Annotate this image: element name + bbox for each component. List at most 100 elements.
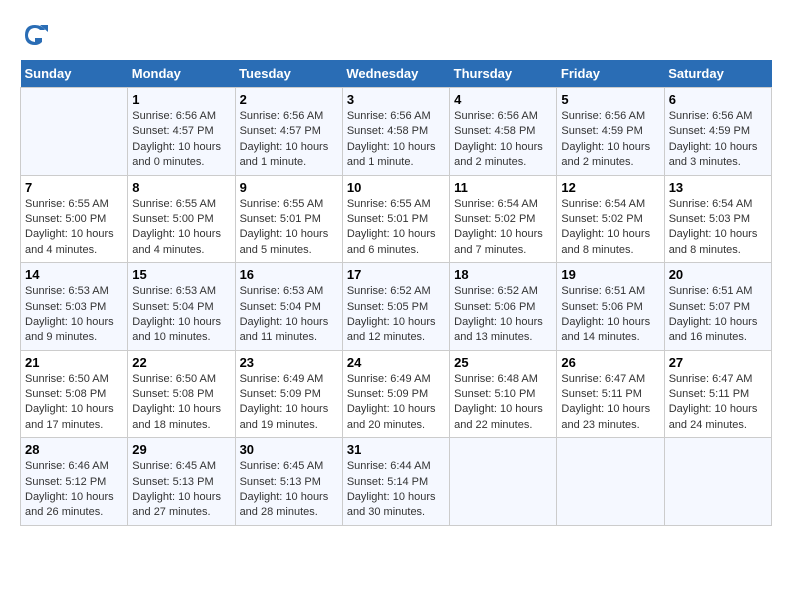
day-info: Sunrise: 6:55 AMSunset: 5:01 PMDaylight:… xyxy=(347,197,445,259)
day-number: 11 xyxy=(454,180,552,195)
calendar-cell: 21 Sunrise: 6:50 AMSunset: 5:08 PMDayligh… xyxy=(21,350,128,438)
calendar-week-row: 21 Sunrise: 6:50 AMSunset: 5:08 PMDayligh… xyxy=(21,350,772,438)
day-number: 16 xyxy=(240,267,338,282)
day-info: Sunrise: 6:48 AMSunset: 5:10 PMDaylight:… xyxy=(454,372,552,434)
calendar-cell: 4Sunrise: 6:56 AMSunset: 4:58 PMDaylight… xyxy=(450,88,557,176)
calendar-cell: 20Sunrise: 6:51 AMSunset: 5:07 PMDayligh… xyxy=(664,263,771,351)
day-info: Sunrise: 6:53 AMSunset: 5:04 PMDaylight:… xyxy=(132,284,230,346)
calendar-cell: 7Sunrise: 6:55 AMSunset: 5:00 PMDaylight… xyxy=(21,175,128,263)
day-number: 9 xyxy=(240,180,338,195)
day-number: 3 xyxy=(347,92,445,107)
day-number: 28 xyxy=(25,442,123,457)
day-number: 12 xyxy=(561,180,659,195)
day-of-week-header: Saturday xyxy=(664,60,771,88)
calendar-week-row: 1 Sunrise: 6:56 AMSunset: 4:57 PMDaylight… xyxy=(21,88,772,176)
day-info: Sunrise: 6:56 AMSunset: 4:58 PMDaylight:… xyxy=(347,109,445,171)
day-number: 2 xyxy=(240,92,338,107)
day-info: Sunrise: 6:52 AMSunset: 5:06 PMDaylight:… xyxy=(454,284,552,346)
calendar-header-row: SundayMondayTuesdayWednesdayThursdayFrid… xyxy=(21,60,772,88)
calendar-cell: 13 Sunrise: 6:54 AMSunset: 5:03 PMDayligh… xyxy=(664,175,771,263)
calendar-cell: 30 Sunrise: 6:45 AMSunset: 5:13 PMDayligh… xyxy=(235,438,342,526)
day-number: 25 xyxy=(454,355,552,370)
day-info: Sunrise: 6:54 AMSunset: 5:03 PMDaylight:… xyxy=(669,197,767,259)
day-of-week-header: Wednesday xyxy=(342,60,449,88)
day-info: Sunrise: 6:47 AMSunset: 5:11 PMDaylight:… xyxy=(561,372,659,434)
day-info: Sunrise: 6:46 AMSunset: 5:12 PMDaylight:… xyxy=(25,459,123,521)
day-info: Sunrise: 6:56 AMSunset: 4:59 PMDaylight:… xyxy=(669,109,767,171)
calendar-cell: 17 Sunrise: 6:52 AMSunset: 5:05 PMDayligh… xyxy=(342,263,449,351)
calendar-cell: 27 Sunrise: 6:47 AMSunset: 5:11 PMDayligh… xyxy=(664,350,771,438)
page-header xyxy=(20,20,772,50)
day-info: Sunrise: 6:45 AMSunset: 5:13 PMDaylight:… xyxy=(132,459,230,521)
calendar-cell xyxy=(664,438,771,526)
day-info: Sunrise: 6:56 AMSunset: 4:59 PMDaylight:… xyxy=(561,109,659,171)
day-info: Sunrise: 6:54 AMSunset: 5:02 PMDaylight:… xyxy=(454,197,552,259)
day-info: Sunrise: 6:53 AMSunset: 5:04 PMDaylight:… xyxy=(240,284,338,346)
day-number: 26 xyxy=(561,355,659,370)
day-of-week-header: Monday xyxy=(128,60,235,88)
calendar-cell: 25 Sunrise: 6:48 AMSunset: 5:10 PMDayligh… xyxy=(450,350,557,438)
calendar-cell: 22 Sunrise: 6:50 AMSunset: 5:08 PMDayligh… xyxy=(128,350,235,438)
day-number: 27 xyxy=(669,355,767,370)
day-number: 21 xyxy=(25,355,123,370)
day-number: 4 xyxy=(454,92,552,107)
day-number: 23 xyxy=(240,355,338,370)
calendar-cell: 24 Sunrise: 6:49 AMSunset: 5:09 PMDayligh… xyxy=(342,350,449,438)
calendar-cell: 31 Sunrise: 6:44 AMSunset: 5:14 PMDayligh… xyxy=(342,438,449,526)
day-info: Sunrise: 6:55 AMSunset: 5:00 PMDaylight:… xyxy=(132,197,230,259)
day-number: 6 xyxy=(669,92,767,107)
calendar-cell: 19Sunrise: 6:51 AMSunset: 5:06 PMDayligh… xyxy=(557,263,664,351)
calendar-cell: 29 Sunrise: 6:45 AMSunset: 5:13 PMDayligh… xyxy=(128,438,235,526)
day-number: 17 xyxy=(347,267,445,282)
calendar-cell: 2 Sunrise: 6:56 AMSunset: 4:57 PMDaylight… xyxy=(235,88,342,176)
day-info: Sunrise: 6:44 AMSunset: 5:14 PMDaylight:… xyxy=(347,459,445,521)
day-info: Sunrise: 6:56 AMSunset: 4:57 PMDaylight:… xyxy=(132,109,230,171)
day-number: 13 xyxy=(669,180,767,195)
calendar-cell: 12 Sunrise: 6:54 AMSunset: 5:02 PMDayligh… xyxy=(557,175,664,263)
day-number: 10 xyxy=(347,180,445,195)
calendar-week-row: 7 Sunrise: 6:55 AMSunset: 5:00 PMDaylight… xyxy=(21,175,772,263)
calendar-week-row: 28 Sunrise: 6:46 AMSunset: 5:12 PMDayligh… xyxy=(21,438,772,526)
calendar-cell: 26 Sunrise: 6:47 AMSunset: 5:11 PMDayligh… xyxy=(557,350,664,438)
day-number: 5 xyxy=(561,92,659,107)
day-number: 7 xyxy=(25,180,123,195)
calendar-cell: 23 Sunrise: 6:49 AMSunset: 5:09 PMDayligh… xyxy=(235,350,342,438)
calendar-cell: 11 Sunrise: 6:54 AMSunset: 5:02 PMDayligh… xyxy=(450,175,557,263)
day-number: 24 xyxy=(347,355,445,370)
day-number: 14 xyxy=(25,267,123,282)
day-number: 18 xyxy=(454,267,552,282)
day-number: 1 xyxy=(132,92,230,107)
calendar-week-row: 14Sunrise: 6:53 AMSunset: 5:03 PMDayligh… xyxy=(21,263,772,351)
day-number: 22 xyxy=(132,355,230,370)
calendar-cell: 10 Sunrise: 6:55 AMSunset: 5:01 PMDayligh… xyxy=(342,175,449,263)
day-info: Sunrise: 6:50 AMSunset: 5:08 PMDaylight:… xyxy=(132,372,230,434)
calendar-cell: 6 Sunrise: 6:56 AMSunset: 4:59 PMDaylight… xyxy=(664,88,771,176)
day-info: Sunrise: 6:52 AMSunset: 5:05 PMDaylight:… xyxy=(347,284,445,346)
calendar-cell: 28 Sunrise: 6:46 AMSunset: 5:12 PMDayligh… xyxy=(21,438,128,526)
day-info: Sunrise: 6:47 AMSunset: 5:11 PMDaylight:… xyxy=(669,372,767,434)
day-info: Sunrise: 6:55 AMSunset: 5:01 PMDaylight:… xyxy=(240,197,338,259)
calendar-cell: 3 Sunrise: 6:56 AMSunset: 4:58 PMDaylight… xyxy=(342,88,449,176)
day-info: Sunrise: 6:50 AMSunset: 5:08 PMDaylight:… xyxy=(25,372,123,434)
calendar-cell: 15Sunrise: 6:53 AMSunset: 5:04 PMDayligh… xyxy=(128,263,235,351)
day-info: Sunrise: 6:56 AMSunset: 4:57 PMDaylight:… xyxy=(240,109,338,171)
day-info: Sunrise: 6:49 AMSunset: 5:09 PMDaylight:… xyxy=(347,372,445,434)
calendar-cell: 16 Sunrise: 6:53 AMSunset: 5:04 PMDayligh… xyxy=(235,263,342,351)
day-number: 30 xyxy=(240,442,338,457)
calendar-cell: 18 Sunrise: 6:52 AMSunset: 5:06 PMDayligh… xyxy=(450,263,557,351)
day-number: 29 xyxy=(132,442,230,457)
day-number: 31 xyxy=(347,442,445,457)
day-of-week-header: Thursday xyxy=(450,60,557,88)
calendar-cell: 8Sunrise: 6:55 AMSunset: 5:00 PMDaylight… xyxy=(128,175,235,263)
day-info: Sunrise: 6:49 AMSunset: 5:09 PMDaylight:… xyxy=(240,372,338,434)
calendar-cell: 5 Sunrise: 6:56 AMSunset: 4:59 PMDaylight… xyxy=(557,88,664,176)
day-of-week-header: Sunday xyxy=(21,60,128,88)
calendar-cell: 14Sunrise: 6:53 AMSunset: 5:03 PMDayligh… xyxy=(21,263,128,351)
logo-icon xyxy=(20,20,50,50)
calendar-table: SundayMondayTuesdayWednesdayThursdayFrid… xyxy=(20,60,772,526)
calendar-cell: 1 Sunrise: 6:56 AMSunset: 4:57 PMDaylight… xyxy=(128,88,235,176)
day-info: Sunrise: 6:54 AMSunset: 5:02 PMDaylight:… xyxy=(561,197,659,259)
logo xyxy=(20,20,54,50)
day-info: Sunrise: 6:45 AMSunset: 5:13 PMDaylight:… xyxy=(240,459,338,521)
calendar-cell xyxy=(450,438,557,526)
